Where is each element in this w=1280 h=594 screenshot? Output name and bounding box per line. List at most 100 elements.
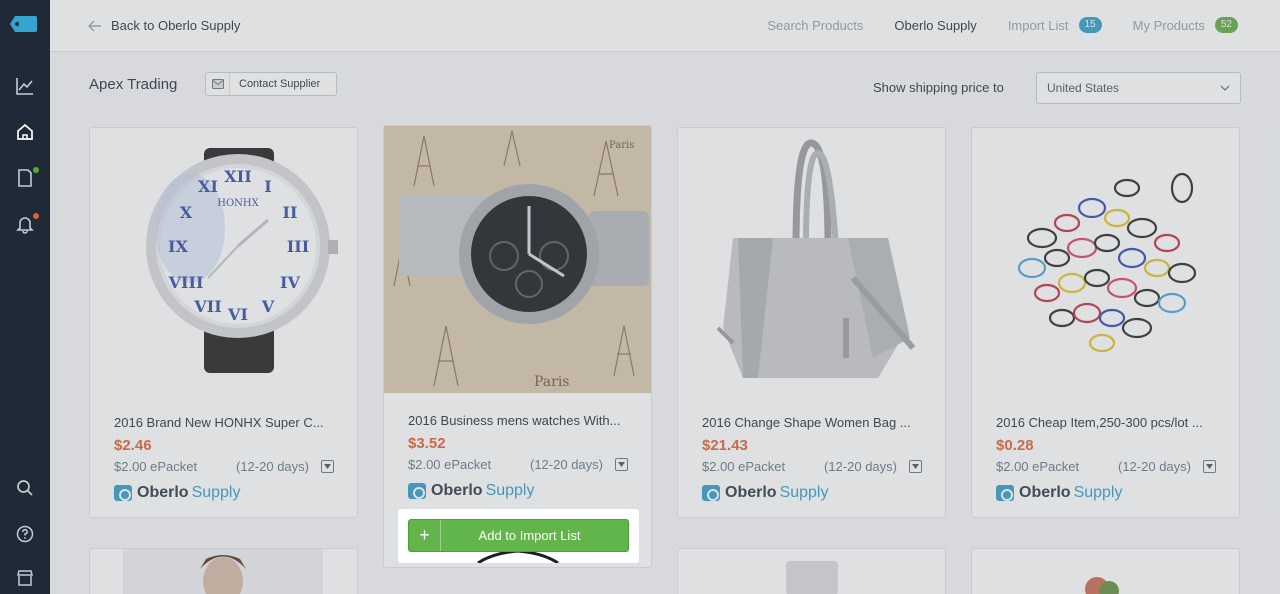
product-image[interactable] bbox=[972, 128, 1239, 395]
svg-text:VI: VI bbox=[227, 305, 248, 324]
add-to-import-list-label: Add to Import List bbox=[478, 528, 581, 543]
product-title[interactable]: 2016 Brand New HONHX Super C... bbox=[114, 415, 339, 430]
product-shipping: $2.00 ePacket bbox=[114, 459, 198, 474]
nav-oberlo-supply[interactable]: Oberlo Supply bbox=[894, 18, 976, 33]
supplier-name: Apex Trading bbox=[89, 76, 178, 93]
svg-text:VIII: VIII bbox=[168, 273, 204, 292]
add-to-import-list-button[interactable]: + Add to Import List bbox=[408, 519, 629, 552]
svg-text:V: V bbox=[261, 297, 275, 316]
product-delivery-days: (12-20 days) bbox=[530, 457, 603, 472]
brand-name-light: Supply bbox=[485, 482, 535, 499]
background-paris-text: Paris bbox=[534, 374, 570, 390]
sidebar bbox=[0, 0, 50, 594]
product-card[interactable] bbox=[677, 548, 946, 594]
nav-label: Import List bbox=[1007, 17, 1069, 33]
product-card[interactable]: HONHX XII III VI IX I II IV V VII VIII X XI 2016 … bbox=[89, 127, 358, 518]
svg-text:IX: IX bbox=[168, 237, 188, 256]
question-icon[interactable] bbox=[13, 522, 37, 546]
handbag-image bbox=[716, 139, 916, 378]
svg-text:VII: VII bbox=[193, 297, 221, 316]
product-card[interactable]: 2016 Change Shape Women Bag ... $21.43 $… bbox=[677, 127, 946, 518]
product-title[interactable]: 2016 Change Shape Women Bag ... bbox=[702, 415, 927, 430]
brand-name-light: Supply bbox=[191, 484, 241, 501]
brand-name-light: Supply bbox=[779, 484, 829, 501]
product-card[interactable] bbox=[971, 548, 1240, 594]
product-card-hovered[interactable]: Paris Paris 2016 Business mens watches W… bbox=[383, 125, 652, 568]
product-title[interactable]: 2016 Business mens watches With... bbox=[408, 413, 633, 428]
product-title[interactable]: 2016 Cheap Item,250-300 pcs/lot ... bbox=[996, 415, 1221, 430]
svg-text:XII: XII bbox=[224, 167, 251, 186]
house-icon[interactable] bbox=[13, 120, 37, 144]
product-price: $2.46 bbox=[114, 437, 152, 454]
nav-my-products[interactable]: My Products 52 bbox=[1133, 17, 1238, 33]
svg-text:XI: XI bbox=[198, 177, 218, 196]
oberlo-logo-icon bbox=[702, 485, 720, 501]
back-link-label: Back to Oberlo Supply bbox=[111, 18, 241, 33]
product-price: $0.28 bbox=[996, 437, 1034, 454]
chevron-down-icon bbox=[1220, 85, 1230, 91]
oberlo-logo-icon bbox=[996, 485, 1014, 501]
svg-text:I: I bbox=[264, 177, 271, 196]
product-delivery-days: (12-20 days) bbox=[236, 459, 309, 474]
oberlo-logo-icon[interactable] bbox=[9, 12, 39, 36]
import-list-count-badge: 15 bbox=[1078, 17, 1102, 33]
brand-name-bold: Oberlo bbox=[725, 484, 777, 501]
top-nav: Search Products Oberlo Supply Import Lis… bbox=[736, 17, 1238, 33]
shipping-country-select[interactable]: United States bbox=[1036, 72, 1241, 104]
oberlo-supply-brand: Oberlo Supply bbox=[702, 484, 828, 502]
background-paris-text: Paris bbox=[609, 140, 634, 151]
plus-icon: + bbox=[409, 520, 441, 551]
product-shipping: $2.00 ePacket bbox=[408, 457, 492, 472]
nav-import-list[interactable]: Import List 15 bbox=[1008, 17, 1102, 33]
contact-supplier-button[interactable]: Contact Supplier bbox=[205, 72, 337, 96]
watch-image: HONHX XIIIIIVIIX IIIIVV VIIVIIIXXI bbox=[146, 148, 338, 373]
product-image bbox=[123, 549, 323, 594]
brand-name-bold: Oberlo bbox=[137, 484, 189, 501]
product-image bbox=[786, 561, 838, 594]
shipping-dropdown-icon[interactable] bbox=[1203, 460, 1216, 473]
product-image[interactable]: HONHX XII III VI IX I II IV V VII VIII X XI bbox=[90, 128, 357, 395]
svg-text:III: III bbox=[287, 237, 309, 256]
product-card[interactable] bbox=[89, 548, 358, 594]
watch-on-paris-image: Paris Paris bbox=[384, 126, 651, 393]
product-delivery-days: (12-20 days) bbox=[1118, 459, 1191, 474]
product-shipping: $2.00 ePacket bbox=[702, 459, 786, 474]
shipping-dropdown-icon[interactable] bbox=[615, 458, 628, 471]
contact-supplier-label: Contact Supplier bbox=[239, 78, 321, 90]
shipping-label: Show shipping price to bbox=[873, 80, 1004, 95]
oberlo-supply-brand: Oberlo Supply bbox=[996, 484, 1122, 502]
my-products-count-badge: 52 bbox=[1214, 17, 1238, 33]
product-price: $3.52 bbox=[408, 435, 446, 452]
shipping-dropdown-icon[interactable] bbox=[321, 460, 334, 473]
svg-text:II: II bbox=[283, 203, 298, 222]
hair-bands-image bbox=[1017, 172, 1197, 353]
product-delivery-days: (12-20 days) bbox=[824, 459, 897, 474]
nav-label: Search Products bbox=[767, 17, 864, 33]
svg-text:X: X bbox=[180, 203, 193, 222]
brand-name-bold: Oberlo bbox=[1019, 484, 1071, 501]
orders-status-dot bbox=[33, 167, 39, 173]
product-image[interactable]: Paris Paris bbox=[384, 126, 651, 393]
shipping-dropdown-icon[interactable] bbox=[909, 460, 922, 473]
add-to-import-list-highlight: + Add to Import List bbox=[398, 509, 639, 563]
oberlo-supply-brand: Oberlo Supply bbox=[408, 482, 534, 500]
product-image bbox=[1085, 577, 1119, 594]
oberlo-logo-icon bbox=[114, 485, 132, 501]
brand-name-bold: Oberlo bbox=[431, 482, 483, 499]
oberlo-logo-icon bbox=[408, 483, 426, 499]
nav-search-products[interactable]: Search Products bbox=[767, 18, 863, 33]
product-image[interactable] bbox=[678, 128, 945, 395]
back-link[interactable]: Back to Oberlo Supply bbox=[88, 18, 240, 33]
notifications-status-dot bbox=[33, 213, 39, 219]
search-icon[interactable] bbox=[13, 476, 37, 500]
nav-label: My Products bbox=[1132, 17, 1205, 33]
product-card[interactable]: 2016 Cheap Item,250-300 pcs/lot ... $0.2… bbox=[971, 127, 1240, 518]
chart-line-icon[interactable] bbox=[13, 74, 37, 98]
arrow-left-icon bbox=[88, 20, 101, 31]
storefront-icon[interactable] bbox=[13, 566, 37, 590]
watch-brand-text: HONHX bbox=[217, 198, 259, 209]
nav-label: Oberlo Supply bbox=[894, 17, 977, 33]
oberlo-supply-brand: Oberlo Supply bbox=[114, 484, 240, 502]
svg-text:IV: IV bbox=[280, 273, 300, 292]
brand-name-light: Supply bbox=[1073, 484, 1123, 501]
